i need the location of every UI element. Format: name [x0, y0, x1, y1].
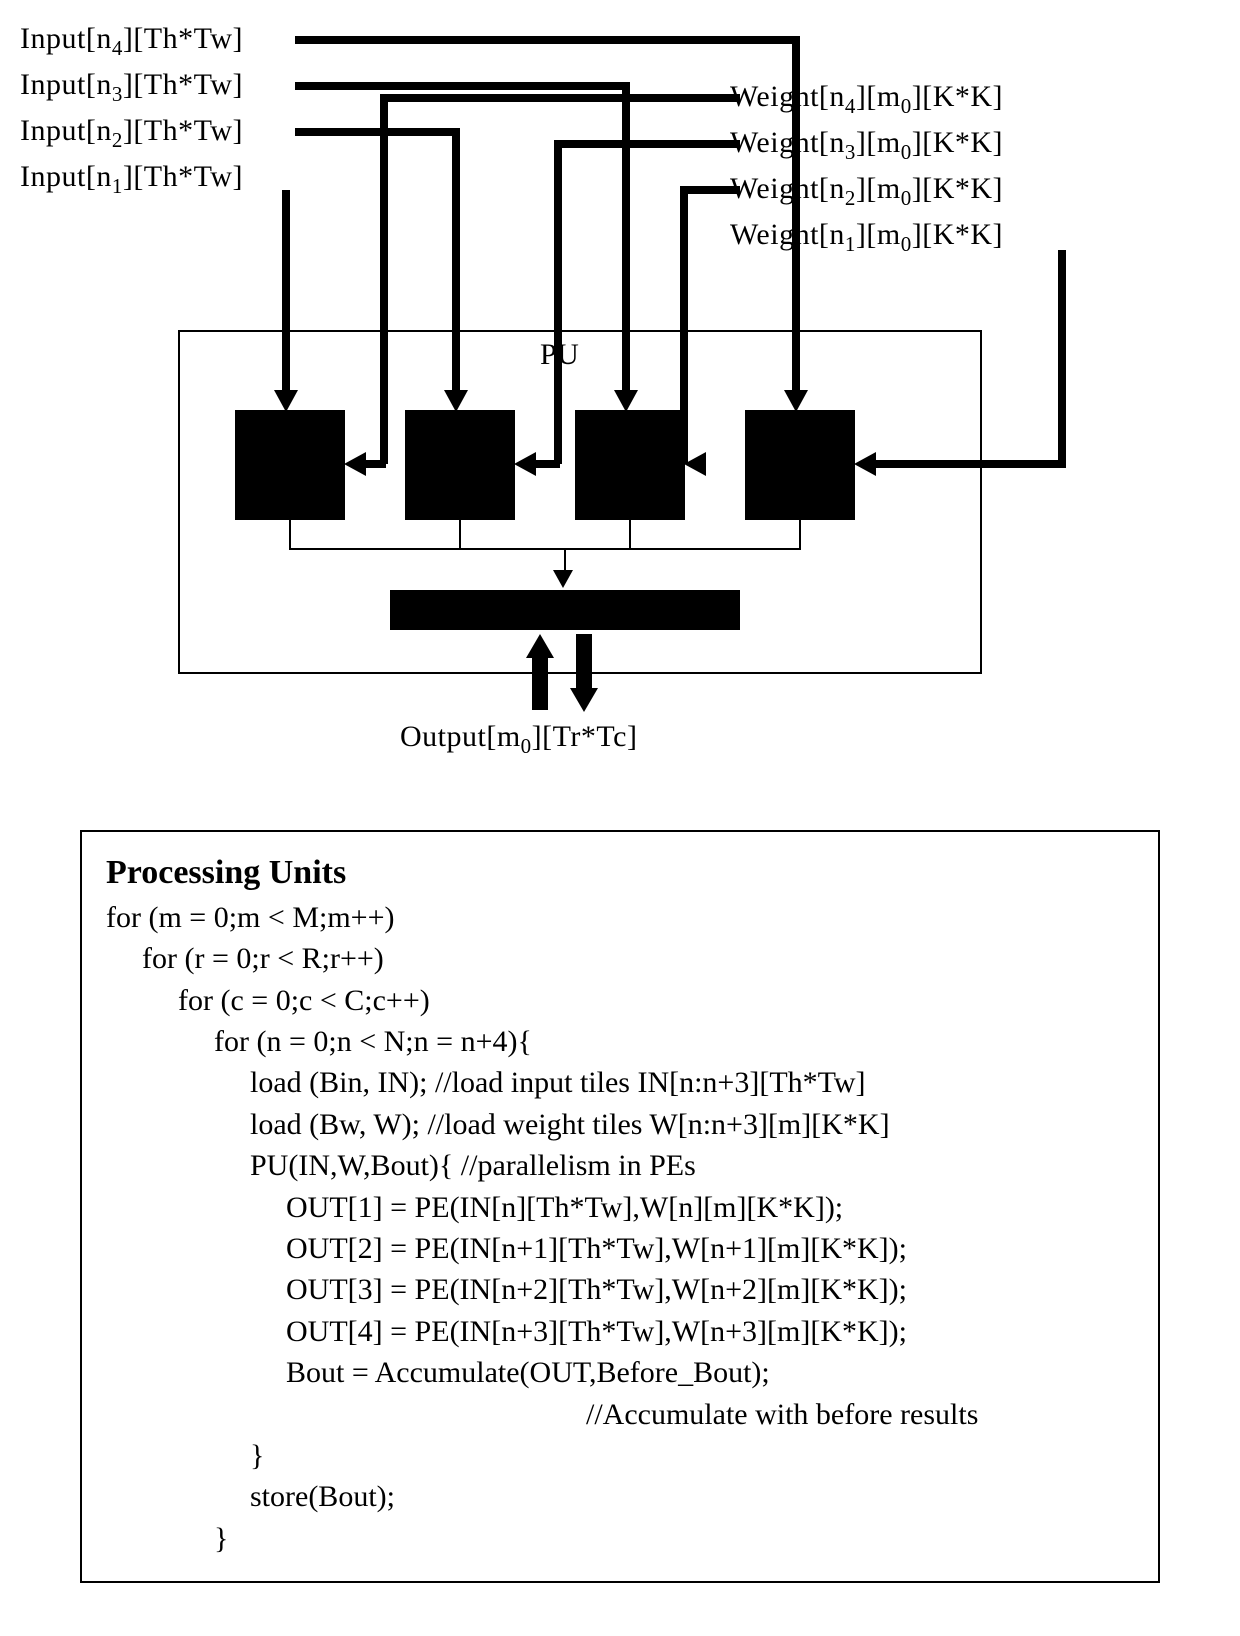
pe-2 — [405, 410, 515, 520]
wire-in-n2-arrow — [444, 390, 468, 412]
wire-in-n1-arrow — [274, 390, 298, 412]
wire-in-n4-h — [295, 36, 800, 44]
pe4-drop — [799, 520, 801, 550]
weight-label-n1: Weight[n1][m0][K*K] — [730, 218, 1003, 257]
code-line: for (n = 0;n < N;n = n+4){ — [106, 1021, 1134, 1062]
output-down-shaft — [576, 634, 592, 692]
pe-1 — [235, 410, 345, 520]
pseudocode-box: Processing Units for (m = 0;m < M;m++) f… — [80, 830, 1160, 1583]
pe3-drop — [629, 520, 631, 550]
pe1-drop — [289, 520, 291, 550]
wire-in-n2-h — [295, 128, 460, 136]
pseudocode-title: Processing Units — [106, 850, 1134, 897]
code-line: } — [106, 1435, 1134, 1476]
code-line: //Accumulate with before results — [106, 1394, 1134, 1435]
input-label-n2: Input[n2][Th*Tw] — [20, 114, 243, 153]
wire-w-n4-v — [380, 94, 388, 464]
wire-in-n3-h — [295, 82, 630, 90]
code-line: OUT[2] = PE(IN[n+1][Th*Tw],W[n+1][m][K*K… — [106, 1228, 1134, 1269]
output-down-arrow — [570, 688, 598, 712]
code-line: PU(IN,W,Bout){ //parallelism in PEs — [106, 1145, 1134, 1186]
wire-in-n3-v — [622, 82, 630, 396]
wire-w-n4-arrow — [344, 452, 366, 476]
code-line: for (m = 0;m < M;m++) — [106, 897, 1134, 938]
pu-diagram: Input[n4][Th*Tw] Input[n3][Th*Tw] Input[… — [20, 20, 1220, 790]
code-line: for (r = 0;r < R;r++) — [106, 938, 1134, 979]
output-label: Output[m0][Tr*Tc] — [400, 720, 637, 759]
wire-w-n1-h — [870, 460, 1066, 468]
wire-w-n1-v — [1058, 250, 1066, 460]
code-line: for (c = 0;c < C;c++) — [106, 980, 1134, 1021]
wire-w-n4-h1 — [380, 94, 740, 102]
code-line: OUT[4] = PE(IN[n+3][Th*Tw],W[n+3][m][K*K… — [106, 1311, 1134, 1352]
wire-in-n2-v — [452, 128, 460, 396]
wire-in-n4-v — [792, 36, 800, 396]
input-label-n1: Input[n1][Th*Tw] — [20, 160, 243, 199]
wire-in-n1-v — [282, 190, 290, 396]
code-line: OUT[3] = PE(IN[n+2][Th*Tw],W[n+2][m][K*K… — [106, 1269, 1134, 1310]
bus-arrow — [553, 570, 573, 588]
code-line: } — [106, 1518, 1134, 1559]
wire-w-n2-arrow — [684, 452, 706, 476]
weight-label-n2: Weight[n2][m0][K*K] — [730, 172, 1003, 211]
weight-label-n4: Weight[n4][m0][K*K] — [730, 80, 1003, 119]
weight-label-n3: Weight[n3][m0][K*K] — [730, 126, 1003, 165]
pe2-drop — [459, 520, 461, 550]
wire-w-n3-arrow — [514, 452, 536, 476]
wire-w-n3-h1 — [554, 140, 740, 148]
code-line: Bout = Accumulate(OUT,Before_Bout); — [106, 1352, 1134, 1393]
wire-in-n4-arrow — [784, 390, 808, 412]
wire-in-n3-arrow — [614, 390, 638, 412]
wire-w-n1-arrow — [854, 452, 876, 476]
input-label-n3: Input[n3][Th*Tw] — [20, 68, 243, 107]
wire-w-n2-h1 — [680, 186, 740, 194]
code-line: OUT[1] = PE(IN[n][Th*Tw],W[n][m][K*K]); — [106, 1187, 1134, 1228]
wire-w-n2-v — [680, 186, 688, 464]
output-up-arrow — [526, 634, 554, 658]
pe-bus — [289, 548, 801, 550]
code-line: load (Bin, IN); //load input tiles IN[n:… — [106, 1062, 1134, 1103]
input-label-n4: Input[n4][Th*Tw] — [20, 22, 243, 61]
accumulator — [390, 590, 740, 630]
pe-3 — [575, 410, 685, 520]
wire-w-n3-v — [554, 140, 562, 464]
code-line: store(Bout); — [106, 1476, 1134, 1517]
pe-4 — [745, 410, 855, 520]
code-line: load (Bw, W); //load weight tiles W[n:n+… — [106, 1104, 1134, 1145]
output-up-shaft — [532, 652, 548, 710]
